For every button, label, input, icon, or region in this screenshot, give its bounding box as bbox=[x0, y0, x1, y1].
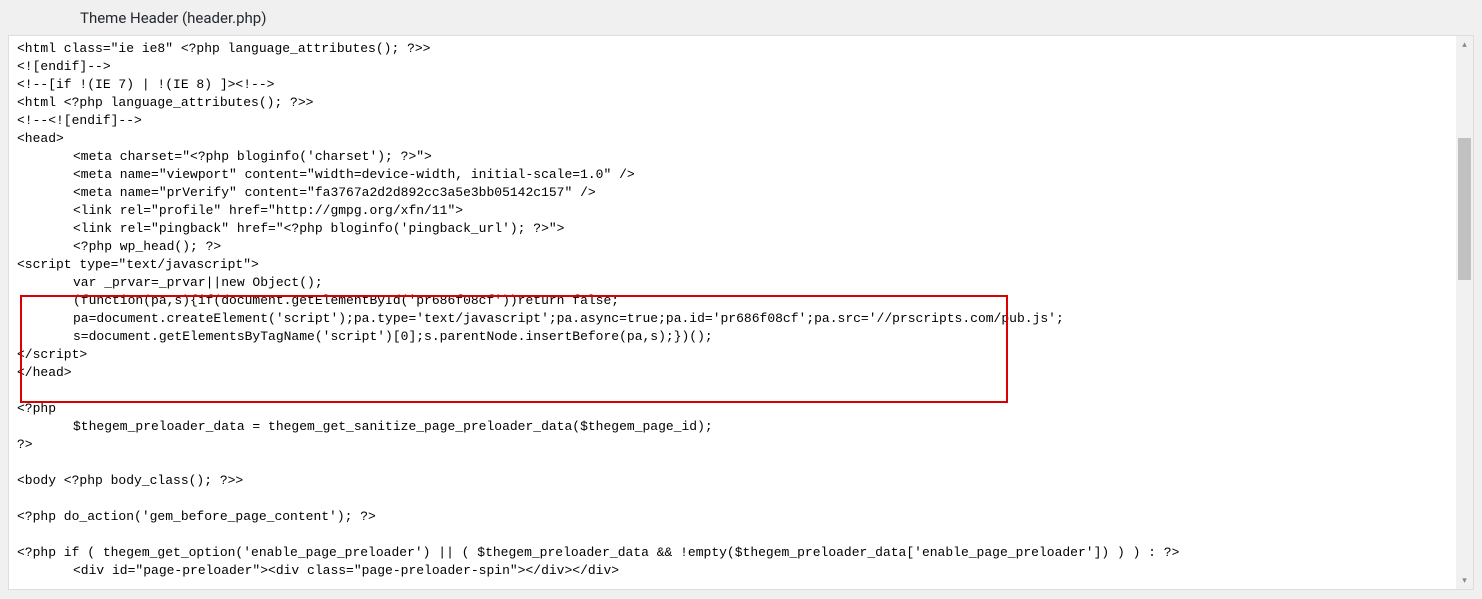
code-line: <!--[if !(IE 7) | !(IE 8) ]><!--> bbox=[17, 76, 1448, 94]
code-line: <meta name="prVerify" content="fa3767a2d… bbox=[17, 184, 1448, 202]
code-line: <meta name="viewport" content="width=dev… bbox=[17, 166, 1448, 184]
code-line: <html class="ie ie8" <?php language_attr… bbox=[17, 40, 1448, 58]
code-line: </head> bbox=[17, 364, 1448, 382]
code-line bbox=[17, 382, 1448, 400]
code-editor[interactable]: <html class="ie ie8" <?php language_attr… bbox=[9, 36, 1456, 589]
code-line: <?php bbox=[17, 400, 1448, 418]
page-title: Theme Header (header.php) bbox=[80, 9, 266, 27]
code-line: <script type="text/javascript"> bbox=[17, 256, 1448, 274]
code-line: <div id="page-preloader"><div class="pag… bbox=[17, 562, 1448, 580]
code-line: </script> bbox=[17, 346, 1448, 364]
code-line bbox=[17, 526, 1448, 544]
code-line: $thegem_preloader_data = thegem_get_sani… bbox=[17, 418, 1448, 436]
code-line: <?php if ( thegem_get_option('enable_pag… bbox=[17, 544, 1448, 562]
code-line: s=document.getElementsByTagName('script'… bbox=[17, 328, 1448, 346]
code-line: <link rel="profile" href="http://gmpg.or… bbox=[17, 202, 1448, 220]
code-line: <?php do_action('gem_before_page_content… bbox=[17, 508, 1448, 526]
code-editor-container: <html class="ie ie8" <?php language_attr… bbox=[8, 35, 1474, 590]
code-line bbox=[17, 490, 1448, 508]
code-line bbox=[17, 454, 1448, 472]
vertical-scrollbar[interactable]: ▴ ▾ bbox=[1456, 36, 1473, 589]
code-line: var _prvar=_prvar||new Object(); bbox=[17, 274, 1448, 292]
code-line: <link rel="pingback" href="<?php bloginf… bbox=[17, 220, 1448, 238]
code-line: <meta charset="<?php bloginfo('charset')… bbox=[17, 148, 1448, 166]
code-line: <!--<![endif]--> bbox=[17, 112, 1448, 130]
code-line: <head> bbox=[17, 130, 1448, 148]
code-line: ?> bbox=[17, 436, 1448, 454]
code-line: (function(pa,s){if(document.getElementBy… bbox=[17, 292, 1448, 310]
scrollbar-thumb[interactable] bbox=[1458, 138, 1471, 280]
editor-header: Theme Header (header.php) bbox=[0, 0, 1482, 35]
code-line: <body <?php body_class(); ?>> bbox=[17, 472, 1448, 490]
scroll-up-button[interactable]: ▴ bbox=[1456, 36, 1473, 53]
code-line: <?php wp_head(); ?> bbox=[17, 238, 1448, 256]
scroll-down-button[interactable]: ▾ bbox=[1456, 572, 1473, 589]
code-line: <![endif]--> bbox=[17, 58, 1448, 76]
code-line: <html <?php language_attributes(); ?>> bbox=[17, 94, 1448, 112]
code-line: pa=document.createElement('script');pa.t… bbox=[17, 310, 1448, 328]
